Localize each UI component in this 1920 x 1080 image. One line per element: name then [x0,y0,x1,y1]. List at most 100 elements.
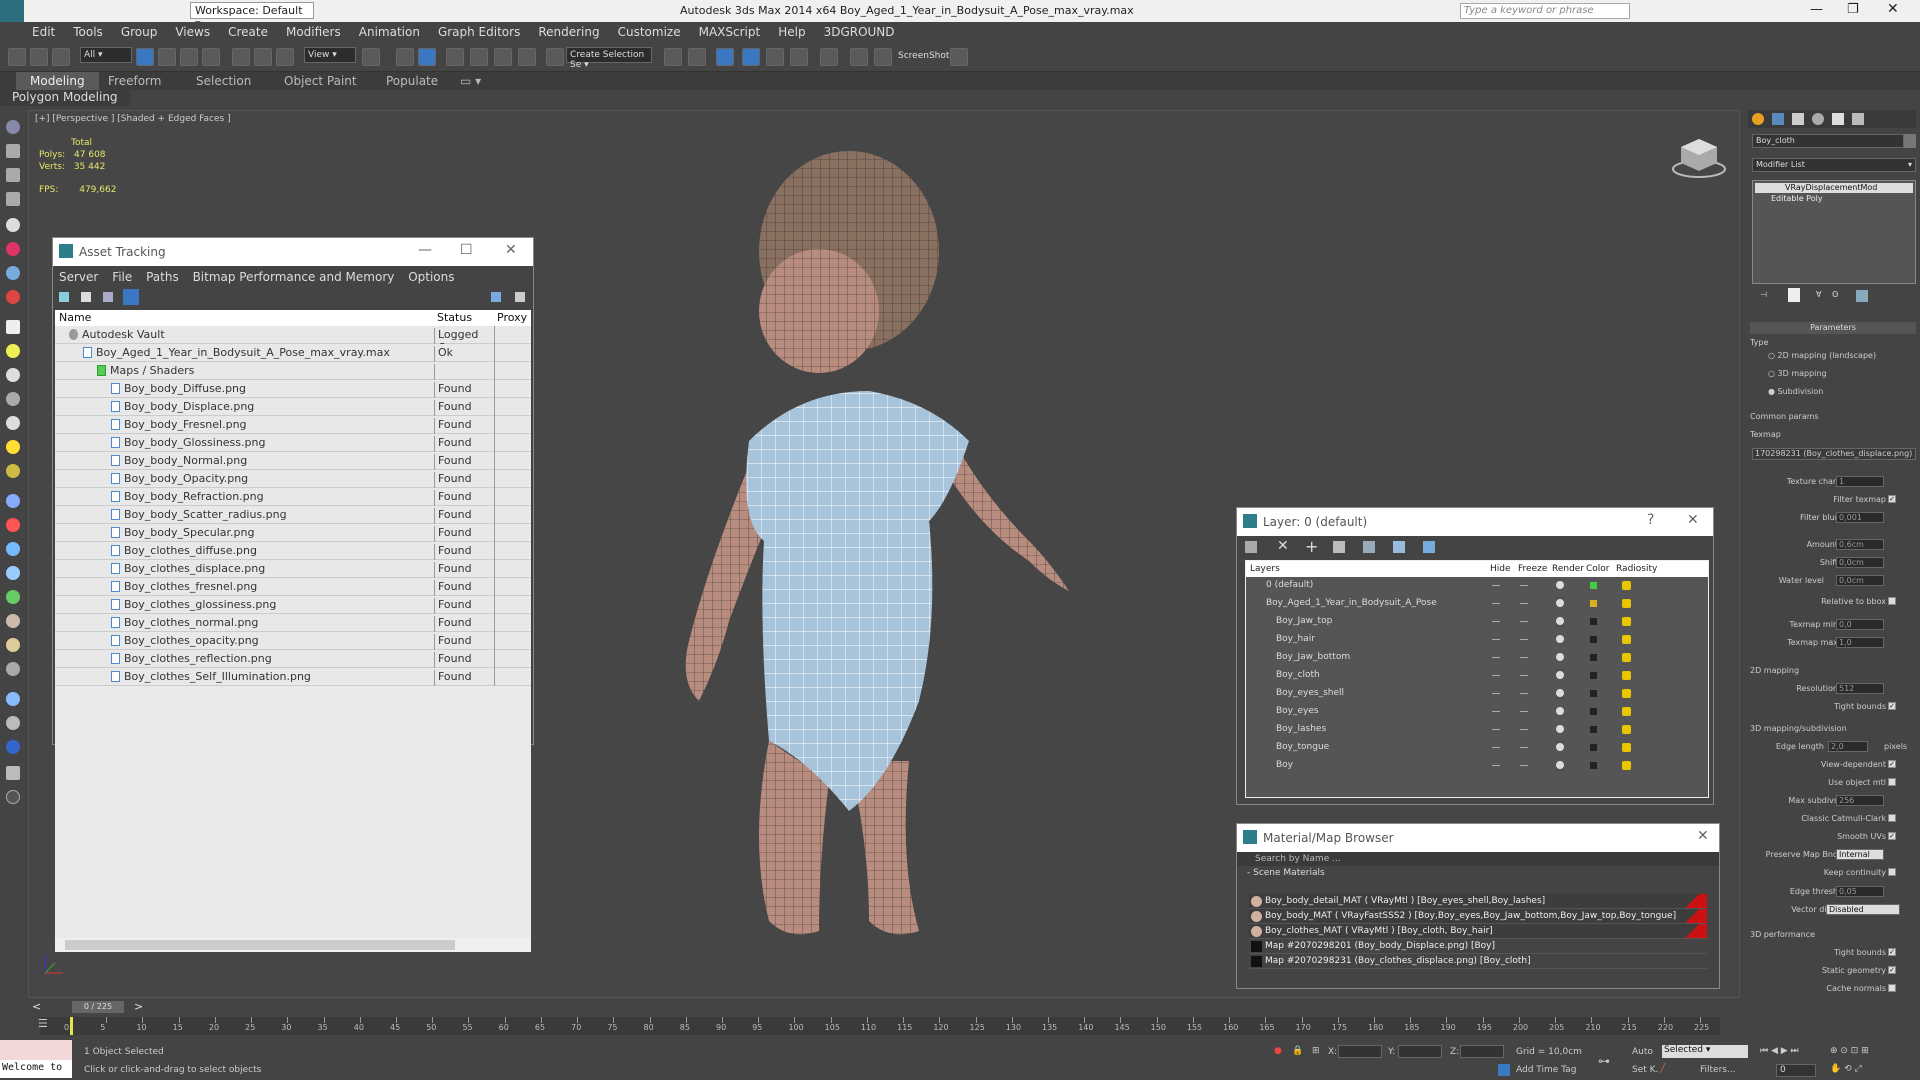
tool-icon-24[interactable] [6,692,20,706]
hide-toggle[interactable] [1492,585,1500,586]
list-view-icon[interactable] [81,292,91,302]
amount-spinner[interactable]: 0,6cm [1836,539,1884,550]
snap-toggle-icon[interactable] [446,48,464,66]
asset-minimize-button[interactable]: — [418,242,432,258]
layer-color-swatch[interactable] [1590,672,1597,679]
hierarchy-tab-icon[interactable] [1792,113,1804,125]
y-coord-field[interactable] [1398,1045,1442,1058]
x-coord-field[interactable] [1338,1045,1382,1058]
map-row[interactable]: Map #2070298201 (Boy_body_Displace.png) … [1249,939,1707,954]
angle-snap-icon[interactable] [470,48,488,66]
column-radiosity[interactable]: Radiosity [1616,564,1657,574]
tight-bounds-2-checkbox[interactable]: ✓ [1888,948,1896,956]
classic-catmull-checkbox[interactable] [1888,814,1896,822]
menu-tools[interactable]: Tools [63,22,111,39]
asset-horizontal-scrollbar[interactable] [55,938,531,952]
render-toggle-icon[interactable] [1556,761,1564,769]
freeze-toggle[interactable] [1520,693,1528,694]
render-toggle-icon[interactable] [1556,653,1564,661]
layer-color-swatch[interactable] [1590,618,1597,625]
track-bar[interactable]: 0 5 10 15 20 25 30 35 40 45 50 55 60 65 70 75 80 85 90 95 10… [40,1017,1720,1035]
remove-modifier-icon[interactable]: ʘ [1832,290,1838,299]
edge-length-spinner[interactable]: 2,0 [1828,741,1868,752]
max-subdivs-spinner[interactable]: 256 [1836,795,1884,806]
render-toggle-icon[interactable] [1556,671,1564,679]
radiosity-icon[interactable] [1622,671,1631,680]
filter-texmap-checkbox[interactable]: ✓ [1888,495,1896,503]
preserve-map-dropdown[interactable]: Internal [1836,849,1884,860]
shift-spinner[interactable]: 0,0cm [1836,557,1884,568]
freeze-toggle[interactable] [1520,621,1528,622]
asset-row[interactable]: Boy_body_Specular.png Found [55,524,531,542]
asset-row[interactable]: Boy_body_Scatter_radius.png Found [55,506,531,524]
asset-row[interactable]: Boy_clothes_opacity.png Found [55,632,531,650]
viewport-label[interactable]: [+] [Perspective ] [Shaded + Edged Faces… [35,114,231,124]
radiosity-icon[interactable] [1622,581,1631,590]
app-logo-icon[interactable] [0,0,24,22]
render-toggle-icon[interactable] [1556,617,1564,625]
radio-3d-mapping[interactable]: ○ 3D mapping [1768,369,1827,378]
help-icon[interactable] [491,292,501,302]
layer-color-swatch[interactable] [1590,708,1597,715]
radiosity-icon[interactable] [1622,635,1631,644]
radio-subdivision[interactable]: ● Subdivision [1768,387,1823,396]
viewport-nav-controls[interactable]: ⊕ ⊙ ⊡ ⊞ [1830,1046,1869,1056]
asset-row[interactable]: Boy_body_Normal.png Found [55,452,531,470]
material-row[interactable]: Boy_clothes_MAT ( VRayMtl ) [Boy_cloth, … [1249,924,1707,939]
asset-row[interactable]: Boy_clothes_Self_Illumination.png Found [55,668,531,686]
hide-toggle[interactable] [1492,675,1500,676]
asset-row[interactable]: Boy_body_Opacity.png Found [55,470,531,488]
radiosity-icon[interactable] [1622,743,1631,752]
column-layers[interactable]: Layers [1250,564,1280,574]
matb-close-button[interactable]: ✕ [1697,828,1709,844]
render-setup-icon[interactable] [850,48,868,66]
asset-row[interactable]: Boy_clothes_glossiness.png Found [55,596,531,614]
tool-icon-9[interactable] [6,320,20,334]
select-in-layer-icon[interactable] [1333,541,1345,553]
asset-menu-options[interactable]: Options [408,270,454,284]
asset-row[interactable]: Boy_clothes_displace.png Found [55,560,531,578]
asset-close-button[interactable]: ✕ [505,242,517,258]
tab-object-paint[interactable]: Object Paint [284,74,357,88]
percent-snap-icon[interactable] [494,48,512,66]
select-manipulate-icon[interactable] [396,48,414,66]
radio-2d-mapping[interactable]: ○ 2D mapping (landscape) [1768,351,1876,360]
layer-color-swatch[interactable] [1590,654,1597,661]
search-input[interactable]: Type a keyword or phrase [1460,3,1630,19]
matb-search-input[interactable]: Search by Name ... [1237,852,1719,866]
move-icon[interactable] [232,48,250,66]
asset-row[interactable]: Boy_clothes_diffuse.png Found [55,542,531,560]
link-icon[interactable] [8,48,26,66]
pivot-icon[interactable] [362,48,380,66]
column-freeze[interactable]: Freeze [1518,564,1547,574]
tool-icon-13[interactable] [6,416,20,430]
screenshot-camera-icon[interactable] [950,48,968,66]
tool-icon-8[interactable] [6,290,20,304]
asset-row[interactable]: Boy_body_Glossiness.png Found [55,434,531,452]
texmap-min-spinner[interactable]: 0,0 [1836,619,1884,630]
pin-stack-icon[interactable]: ⊣ [1760,290,1767,299]
menu-views[interactable]: Views [165,22,218,39]
tool-icon-23[interactable] [6,662,20,676]
make-unique-icon[interactable]: ∀ [1816,290,1821,299]
tool-icon-10[interactable] [6,344,20,358]
reference-coord-dropdown[interactable]: View ▾ [304,47,356,63]
menu-group[interactable]: Group [111,22,166,39]
help-circle-icon[interactable] [6,790,20,804]
layer-color-swatch[interactable] [1590,726,1597,733]
layer-row[interactable]: 0 (default) [1246,577,1650,595]
hide-all-icon[interactable] [1393,541,1405,553]
menu-modifiers[interactable]: Modifiers [276,22,349,39]
key-icon[interactable]: ⊶ [1598,1054,1610,1068]
rotate-icon[interactable] [254,48,272,66]
isolate-icon[interactable]: ● [1274,1046,1282,1056]
asset-row[interactable]: Boy_clothes_reflection.png Found [55,650,531,668]
layer-row[interactable]: Boy_eyes [1246,703,1650,721]
relative-bbox-checkbox[interactable] [1888,597,1896,605]
layer-help-button[interactable]: ? [1647,512,1654,528]
hide-toggle[interactable] [1492,603,1500,604]
time-next-icon[interactable]: > [134,1000,143,1013]
tool-icon-6[interactable] [6,242,20,256]
asset-row[interactable]: Boy_Aged_1_Year_in_Bodysuit_A_Pose_max_v… [55,344,531,362]
create-layer-icon[interactable] [1245,541,1257,553]
